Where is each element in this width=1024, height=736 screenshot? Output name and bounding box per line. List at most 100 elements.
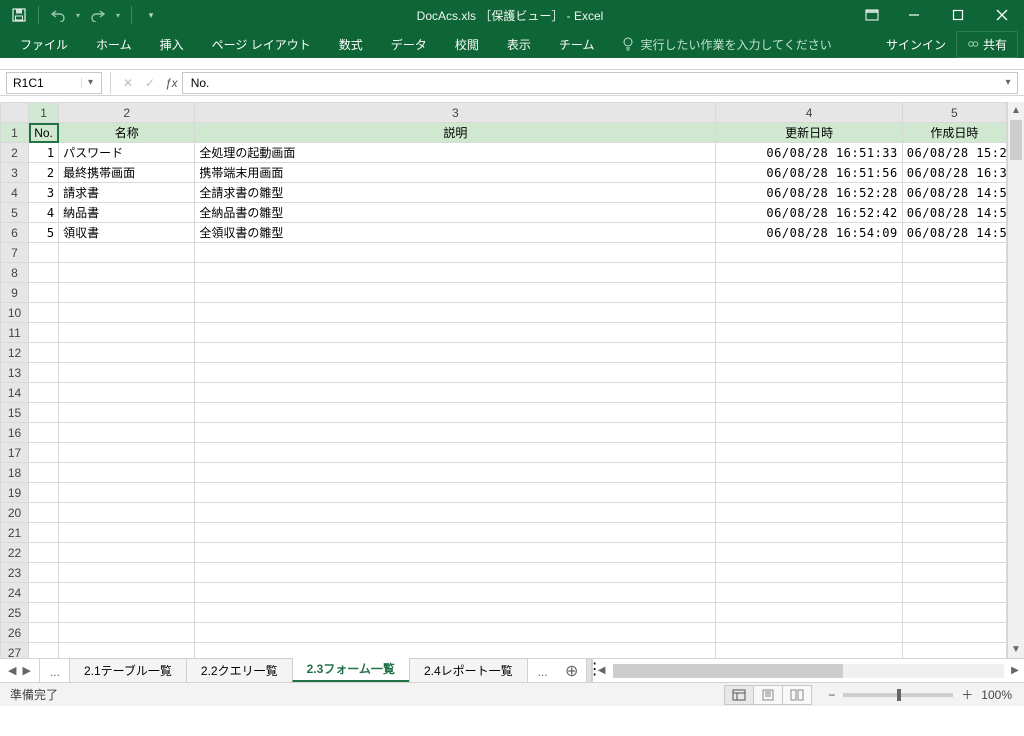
select-all-corner[interactable] bbox=[1, 103, 29, 123]
cell[interactable]: 06/08/28 16:52:42 bbox=[716, 203, 902, 223]
cell[interactable] bbox=[716, 323, 902, 343]
cell[interactable] bbox=[29, 563, 59, 583]
sheet-tab[interactable]: 2.4レポート一覧 bbox=[409, 658, 528, 682]
zoom-slider-knob[interactable] bbox=[897, 689, 901, 701]
cell[interactable] bbox=[59, 603, 195, 623]
cell[interactable]: 06/08/28 15:29 bbox=[902, 143, 1006, 163]
tab-home[interactable]: ホーム bbox=[82, 30, 146, 58]
cell[interactable] bbox=[716, 563, 902, 583]
cell[interactable] bbox=[902, 543, 1006, 563]
cell[interactable] bbox=[195, 243, 716, 263]
cell[interactable] bbox=[29, 283, 59, 303]
cell[interactable] bbox=[195, 263, 716, 283]
name-box-input[interactable] bbox=[7, 74, 81, 92]
cell[interactable] bbox=[59, 303, 195, 323]
cell[interactable]: 06/08/28 16:33 bbox=[902, 163, 1006, 183]
cell[interactable] bbox=[716, 463, 902, 483]
zoom-out-button[interactable]: − bbox=[828, 688, 835, 702]
cell-header-no[interactable]: No. bbox=[29, 123, 59, 143]
row-header[interactable]: 8 bbox=[1, 263, 29, 283]
row-header[interactable]: 14 bbox=[1, 383, 29, 403]
scrollbar-thumb[interactable] bbox=[1010, 120, 1022, 160]
formula-input[interactable] bbox=[183, 74, 999, 92]
save-icon[interactable] bbox=[8, 4, 30, 26]
name-box-dropdown-icon[interactable]: ▾ bbox=[81, 77, 99, 88]
cell-header-updated[interactable]: 更新日時 bbox=[716, 123, 902, 143]
cell[interactable] bbox=[902, 523, 1006, 543]
cell[interactable] bbox=[59, 483, 195, 503]
cell[interactable] bbox=[59, 243, 195, 263]
cancel-formula-icon[interactable]: ✕ bbox=[117, 72, 139, 94]
col-header[interactable]: 2 bbox=[59, 103, 195, 123]
row-header[interactable]: 12 bbox=[1, 343, 29, 363]
cell[interactable] bbox=[716, 403, 902, 423]
cell[interactable] bbox=[902, 463, 1006, 483]
share-button[interactable]: 共有 bbox=[956, 31, 1018, 58]
cell[interactable] bbox=[59, 423, 195, 443]
cell[interactable]: 5 bbox=[29, 223, 59, 243]
zoom-in-button[interactable]: ＋ bbox=[961, 686, 973, 703]
zoom-slider[interactable] bbox=[843, 693, 953, 697]
cell[interactable]: 全納品書の雛型 bbox=[195, 203, 716, 223]
cell[interactable] bbox=[29, 463, 59, 483]
cell[interactable] bbox=[195, 603, 716, 623]
cell[interactable]: 全請求書の雛型 bbox=[195, 183, 716, 203]
cell[interactable] bbox=[195, 443, 716, 463]
cell[interactable]: 06/08/28 16:51:33 bbox=[716, 143, 902, 163]
cell[interactable]: 領収書 bbox=[59, 223, 195, 243]
cell[interactable] bbox=[195, 303, 716, 323]
cell[interactable] bbox=[59, 363, 195, 383]
cell[interactable] bbox=[902, 243, 1006, 263]
worksheet-grid[interactable]: 1 2 3 4 5 1 No. 名称 説明 更新日時 作成日時 2 1 パスワー… bbox=[0, 102, 1007, 658]
cell[interactable] bbox=[902, 503, 1006, 523]
cell[interactable] bbox=[29, 603, 59, 623]
tab-insert[interactable]: 挿入 bbox=[146, 30, 198, 58]
cell[interactable] bbox=[29, 343, 59, 363]
cell[interactable] bbox=[716, 623, 902, 643]
cell[interactable] bbox=[902, 303, 1006, 323]
cell[interactable] bbox=[195, 583, 716, 603]
cell[interactable] bbox=[902, 403, 1006, 423]
cell[interactable] bbox=[195, 283, 716, 303]
cell[interactable] bbox=[29, 303, 59, 323]
cell[interactable] bbox=[902, 343, 1006, 363]
cell[interactable] bbox=[195, 503, 716, 523]
row-header[interactable]: 21 bbox=[1, 523, 29, 543]
cell[interactable] bbox=[29, 423, 59, 443]
cell[interactable] bbox=[29, 383, 59, 403]
cell[interactable] bbox=[716, 543, 902, 563]
zoom-level[interactable]: 100% bbox=[981, 688, 1012, 702]
view-normal-icon[interactable] bbox=[724, 685, 754, 705]
undo-more-icon[interactable]: ▾ bbox=[73, 4, 83, 26]
cell[interactable] bbox=[902, 383, 1006, 403]
cell[interactable] bbox=[59, 403, 195, 423]
tab-view[interactable]: 表示 bbox=[493, 30, 545, 58]
row-header[interactable]: 4 bbox=[1, 183, 29, 203]
cell[interactable]: 06/08/28 16:54:09 bbox=[716, 223, 902, 243]
cell[interactable] bbox=[716, 303, 902, 323]
cell[interactable] bbox=[29, 543, 59, 563]
cell[interactable] bbox=[59, 623, 195, 643]
redo-icon[interactable] bbox=[87, 4, 109, 26]
cell[interactable] bbox=[902, 603, 1006, 623]
cell[interactable] bbox=[195, 523, 716, 543]
row-header[interactable]: 9 bbox=[1, 283, 29, 303]
cell[interactable]: 全処理の起動画面 bbox=[195, 143, 716, 163]
cell[interactable] bbox=[716, 443, 902, 463]
cell[interactable] bbox=[902, 483, 1006, 503]
redo-more-icon[interactable]: ▾ bbox=[113, 4, 123, 26]
minimize-button[interactable] bbox=[892, 0, 936, 30]
cell[interactable] bbox=[902, 583, 1006, 603]
cell[interactable] bbox=[59, 503, 195, 523]
cell[interactable] bbox=[29, 323, 59, 343]
col-header[interactable]: 1 bbox=[29, 103, 59, 123]
cell[interactable] bbox=[716, 483, 902, 503]
hscroll-track[interactable] bbox=[613, 664, 1004, 678]
sheet-tabs-trailing-ellipsis[interactable]: ... bbox=[528, 662, 558, 682]
cell[interactable] bbox=[902, 563, 1006, 583]
cell[interactable] bbox=[195, 563, 716, 583]
cell[interactable]: 2 bbox=[29, 163, 59, 183]
sheet-nav-next-icon[interactable]: ▶ bbox=[22, 664, 30, 677]
cell[interactable] bbox=[29, 623, 59, 643]
row-header[interactable]: 3 bbox=[1, 163, 29, 183]
